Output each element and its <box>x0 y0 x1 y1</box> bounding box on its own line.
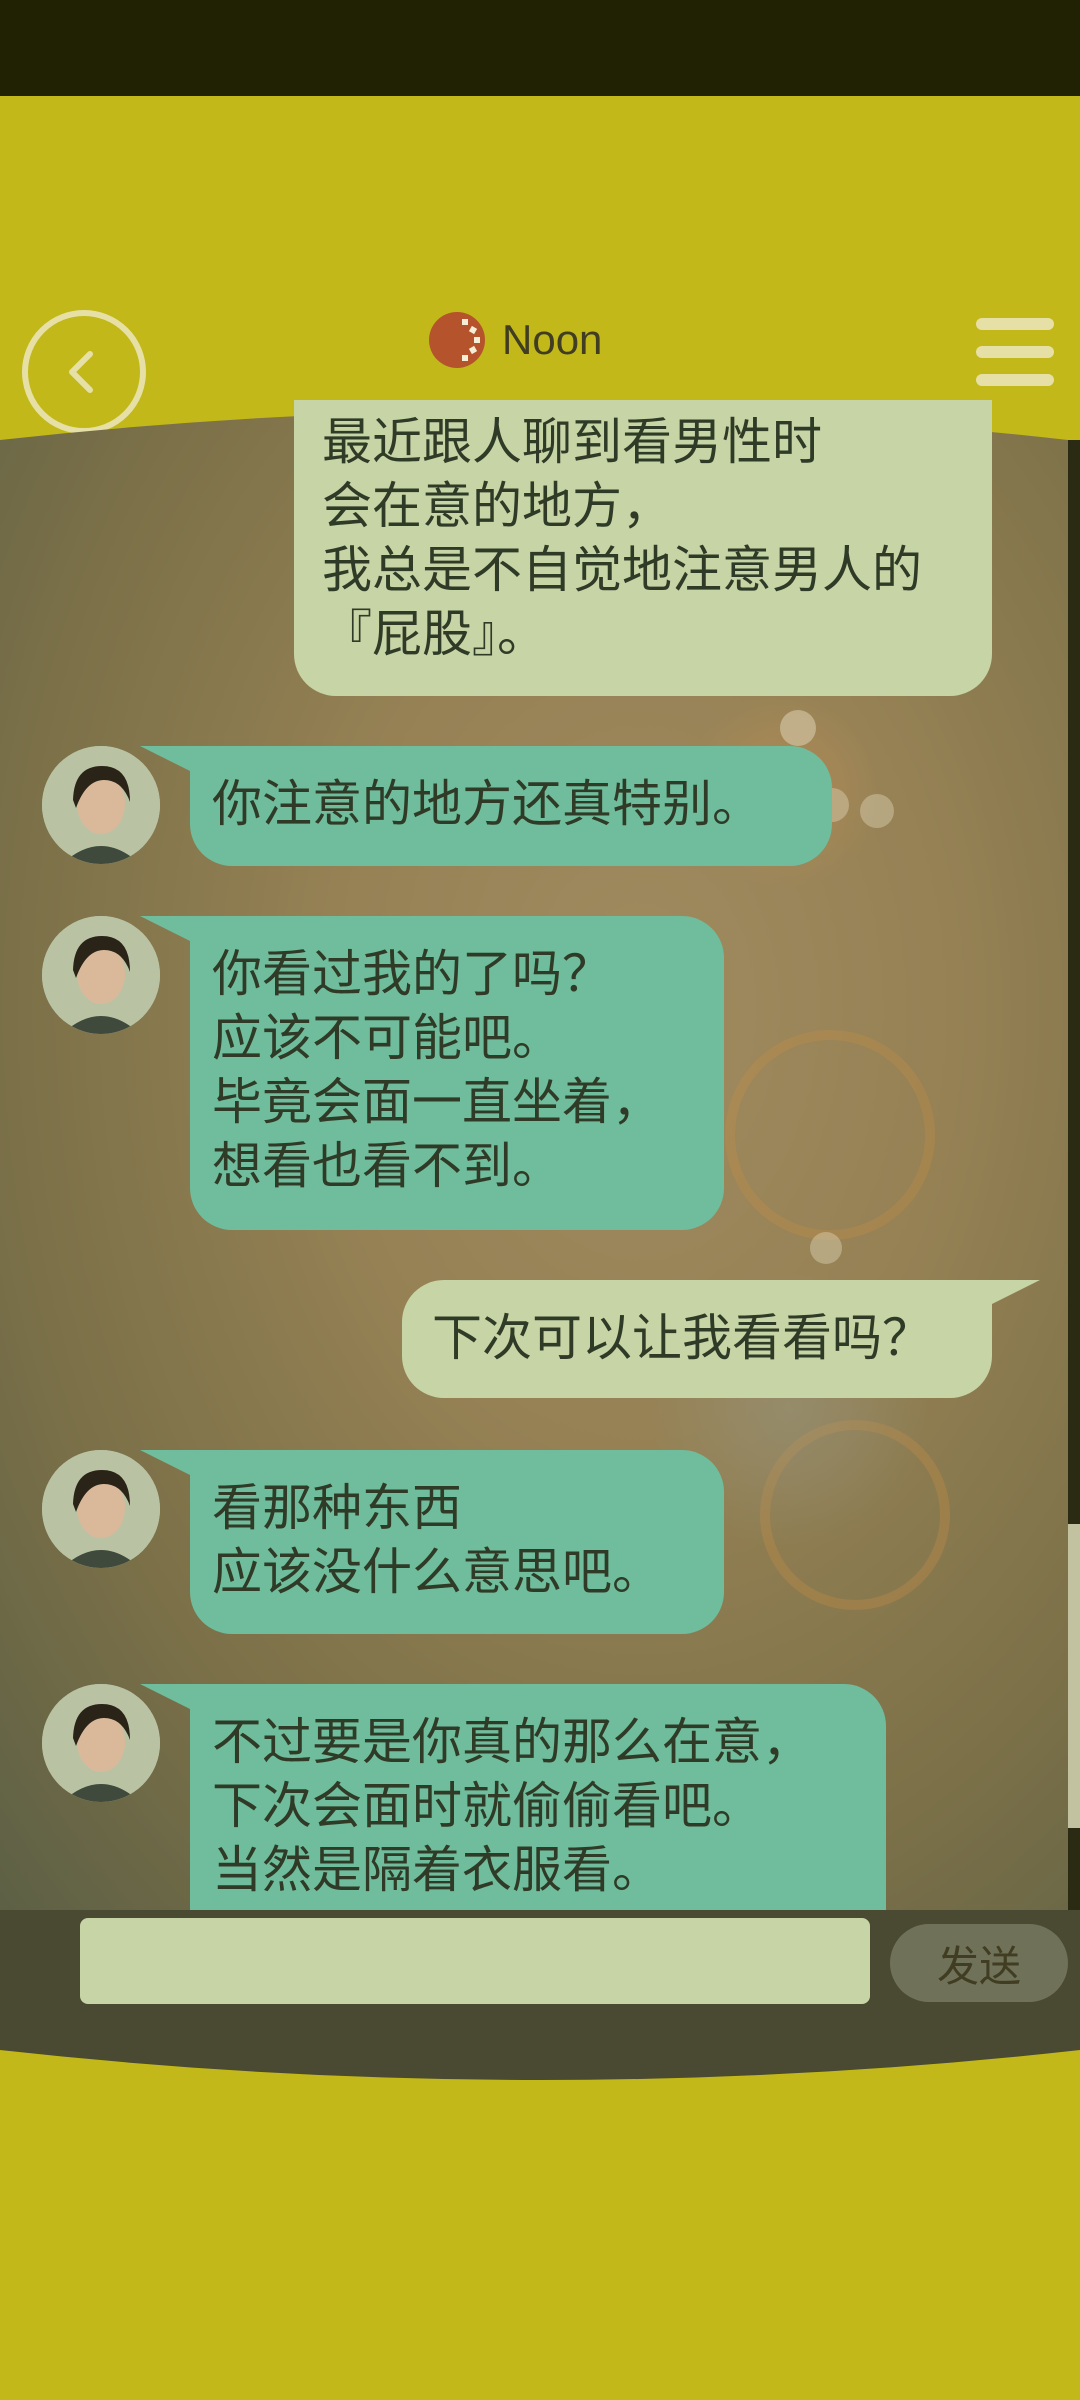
page-title: Noon <box>502 316 603 363</box>
back-button[interactable] <box>22 310 146 434</box>
chevron-left-icon <box>69 351 93 393</box>
message-bubble-bot: 看那种东西 应该没什么意思吧。 <box>190 1450 724 1634</box>
background-bokeh <box>780 710 816 746</box>
message-bubble-bot: 你注意的地方还真特别。 <box>190 746 832 866</box>
send-button[interactable]: 发送 <box>890 1924 1068 2002</box>
background-bokeh <box>725 1030 935 1240</box>
background-bokeh <box>860 794 894 828</box>
scrollbar-thumb[interactable] <box>1068 1524 1080 1828</box>
header-title-group: Noon <box>428 310 602 370</box>
menu-button[interactable] <box>976 318 1054 386</box>
status-bar <box>0 0 1080 96</box>
message-bubble-bot: 不过要是你真的那么在意， 下次会面时就偷偷看吧。 当然是隔着衣服看。 <box>190 1684 886 1910</box>
hamburger-menu-icon <box>976 318 1054 330</box>
sun-gear-icon <box>429 312 485 368</box>
message-bubble-bot: 你看过我的了吗？ 应该不可能吧。 毕竟会面一直坐着， 想看也看不到。 <box>190 916 724 1230</box>
message-bubble-user: 最近跟人聊到看男性时 会在意的地方， 我总是不自觉地注意男人的 『屁股』。 <box>294 400 992 696</box>
background-bokeh <box>810 1232 842 1264</box>
message-bubble-user: 下次可以让我看看吗？ <box>402 1280 992 1398</box>
message-input[interactable] <box>80 1918 870 2004</box>
send-button-label: 发送 <box>936 1941 1021 1991</box>
